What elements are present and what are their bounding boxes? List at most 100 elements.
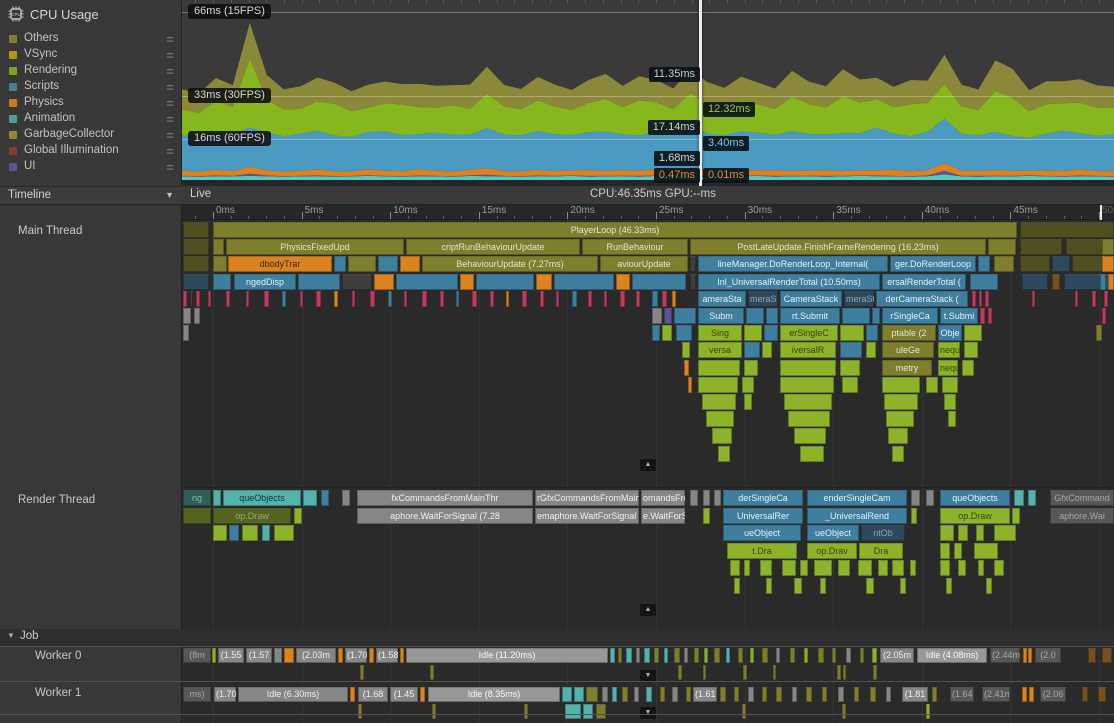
flame-bar-render-thread[interactable]: e.WaitForSigna	[641, 508, 685, 524]
flame-bar-main-thread[interactable]	[872, 308, 880, 324]
flame-bar-worker-0[interactable]	[843, 665, 846, 680]
flame-bar-main-thread[interactable]	[213, 256, 227, 272]
flame-bar-main-thread[interactable]	[690, 256, 696, 272]
flame-bar-main-thread[interactable]: RunBehaviour	[582, 239, 688, 255]
flame-bar-main-thread[interactable]	[970, 274, 998, 290]
flame-bar-worker-1[interactable]	[596, 704, 606, 719]
flame-bar-worker-1[interactable]: (1.45	[390, 687, 418, 702]
job-section-header[interactable]: ▼ Job	[0, 629, 1114, 646]
view-mode-dropdown[interactable]: Timeline ▼	[0, 186, 182, 205]
flame-bar-worker-0[interactable]	[776, 648, 780, 663]
flame-bar-main-thread[interactable]: meraS	[748, 291, 778, 307]
flame-bar-main-thread[interactable]	[556, 291, 559, 307]
flame-bar-main-thread[interactable]	[840, 325, 864, 341]
flame-bar-render-thread[interactable]	[714, 490, 721, 506]
flame-bar-main-thread[interactable]	[866, 342, 876, 358]
flame-bar-main-thread[interactable]	[702, 394, 736, 410]
flame-bar-main-thread[interactable]	[652, 291, 658, 307]
flame-bar-worker-0[interactable]	[1028, 648, 1032, 663]
flame-bar-render-thread[interactable]	[838, 560, 850, 576]
flame-bar-render-thread[interactable]: _UniversalRend	[807, 508, 907, 524]
flame-bar-main-thread[interactable]	[632, 274, 686, 290]
flame-bar-render-thread[interactable]	[800, 560, 808, 576]
flame-bar-main-thread[interactable]	[662, 325, 672, 341]
flame-bar-render-thread[interactable]	[690, 490, 698, 506]
flame-bar-worker-0[interactable]	[872, 648, 877, 663]
flame-bar-worker-0[interactable]	[212, 648, 216, 663]
flame-bar-worker-1[interactable]: (1.70	[214, 687, 236, 702]
flame-bar-main-thread[interactable]	[794, 428, 826, 444]
flame-bar-render-thread[interactable]	[242, 525, 258, 541]
flame-bar-worker-1[interactable]: (1.68	[358, 687, 388, 702]
flame-bar-main-thread[interactable]	[1032, 291, 1035, 307]
flame-bar-render-thread[interactable]	[958, 525, 968, 541]
flame-bar-main-thread[interactable]: Sing	[698, 325, 742, 341]
flame-bar-worker-1[interactable]	[672, 687, 678, 702]
flame-bar-main-thread[interactable]	[706, 411, 734, 427]
flame-bar-main-thread[interactable]	[652, 325, 660, 341]
flame-bar-main-thread[interactable]	[316, 291, 321, 307]
flame-bar-worker-0[interactable]	[714, 648, 720, 663]
flame-bar-main-thread[interactable]	[183, 308, 191, 324]
flame-bar-render-thread[interactable]	[900, 578, 906, 594]
flame-bar-main-thread[interactable]	[460, 274, 474, 290]
flame-bar-worker-0[interactable]	[873, 665, 877, 680]
flame-bar-render-thread[interactable]	[183, 508, 211, 524]
flame-bar-worker-0[interactable]	[664, 648, 668, 663]
flame-bar-render-thread[interactable]	[213, 490, 221, 506]
flame-bar-worker-0[interactable]	[369, 648, 374, 663]
flame-bar-worker-1[interactable]: (1.61	[693, 687, 717, 702]
flame-bar-worker-0[interactable]	[674, 648, 680, 663]
flame-bar-main-thread[interactable]	[988, 239, 1016, 255]
flame-bar-render-thread[interactable]	[911, 490, 920, 506]
flame-bar-worker-1[interactable]	[742, 704, 746, 719]
flame-bar-main-thread[interactable]	[882, 377, 920, 393]
flame-bar-worker-0[interactable]: (1.55	[218, 648, 244, 663]
flame-bar-main-thread[interactable]	[744, 325, 762, 341]
flame-bar-render-thread[interactable]: emaphore.WaitForSignal (8.89ms	[535, 508, 639, 524]
flame-bar-main-thread[interactable]	[800, 446, 824, 462]
flame-bar-worker-1[interactable]	[562, 687, 572, 702]
flame-bar-worker-0[interactable]	[804, 648, 808, 663]
flame-bar-main-thread[interactable]: meraSt	[844, 291, 874, 307]
flame-bar-worker-0[interactable]	[626, 648, 632, 663]
flame-bar-worker-0[interactable]: (2.44m	[990, 648, 1020, 663]
flame-bar-main-thread[interactable]	[942, 377, 958, 393]
flame-bar-main-thread[interactable]: criptRunBehaviourUpdate	[406, 239, 580, 255]
flame-bar-render-thread[interactable]: op.Drav	[807, 543, 857, 559]
flame-bar-main-thread[interactable]	[378, 256, 398, 272]
flame-bar-main-thread[interactable]	[342, 274, 372, 290]
flame-bar-render-thread[interactable]	[976, 525, 984, 541]
flame-bar-render-thread[interactable]: GfxCommand	[1050, 490, 1114, 506]
flame-bar-main-thread[interactable]	[208, 291, 211, 307]
flame-bar-main-thread[interactable]	[540, 291, 544, 307]
flame-bar-main-thread[interactable]	[684, 360, 689, 376]
flame-bar-main-thread[interactable]: ngedDisp	[234, 274, 296, 290]
flame-bar-worker-1[interactable]	[734, 687, 739, 702]
flame-bar-main-thread[interactable]	[985, 291, 989, 307]
flame-bar-worker-1[interactable]	[432, 704, 436, 719]
legend-item-animation[interactable]: Animation=	[0, 111, 182, 127]
flame-bar-render-thread[interactable]	[940, 543, 950, 559]
flame-bar-worker-0[interactable]	[1102, 648, 1112, 663]
flame-bar-worker-0[interactable]	[618, 648, 622, 663]
flame-bar-main-thread[interactable]: iversalR	[780, 342, 836, 358]
flame-bar-render-thread[interactable]	[946, 578, 952, 594]
flame-bar-main-thread[interactable]	[744, 394, 752, 410]
flame-bar-main-thread[interactable]	[490, 291, 494, 307]
flame-bar-main-thread[interactable]	[183, 274, 209, 290]
flame-bar-main-thread[interactable]	[1020, 256, 1050, 272]
flame-bar-main-thread[interactable]	[183, 239, 209, 255]
flame-bar-main-thread[interactable]	[440, 291, 444, 307]
flame-bar-render-thread[interactable]	[794, 578, 802, 594]
flame-bar-main-thread[interactable]	[1096, 325, 1102, 341]
flame-bar-main-thread[interactable]: Subm	[698, 308, 744, 324]
flame-bar-main-thread[interactable]	[718, 446, 730, 462]
flame-bar-render-thread[interactable]	[892, 560, 904, 576]
flame-bar-main-thread[interactable]: Obje	[938, 325, 962, 341]
scroll-up-button[interactable]: ▲	[640, 459, 656, 471]
legend-item-global-illumination[interactable]: Global Illumination=	[0, 143, 182, 159]
flame-bar-render-thread[interactable]: ueObject	[807, 525, 859, 541]
flame-bar-worker-0[interactable]: (8m	[183, 648, 211, 663]
flame-bar-main-thread[interactable]	[554, 274, 614, 290]
